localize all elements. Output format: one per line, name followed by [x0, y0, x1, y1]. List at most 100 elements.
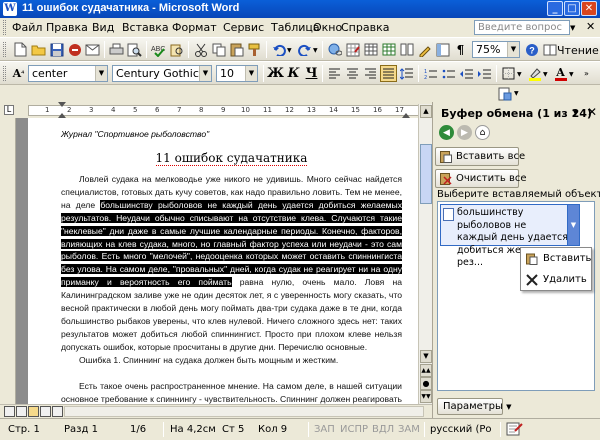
paste-icon[interactable] [228, 41, 245, 58]
home-icon[interactable]: ⌂ [475, 125, 490, 140]
justify-icon[interactable] [380, 65, 397, 82]
reading-layout-icon[interactable] [52, 406, 63, 417]
forward-icon[interactable]: ▶ [457, 125, 472, 140]
align-center-icon[interactable] [344, 65, 361, 82]
insert-excel-icon[interactable] [380, 41, 397, 58]
horizontal-ruler[interactable]: L 1 2 3 4 5 6 7 8 9 10 11 12 13 14 15 16… [0, 102, 430, 118]
web-view-icon[interactable] [16, 406, 27, 417]
back-icon[interactable]: ◀ [439, 125, 454, 140]
first-line-indent-marker[interactable] [58, 102, 66, 107]
clipboard-item-dropdown-icon[interactable]: ▼ [567, 205, 579, 245]
columns-icon[interactable] [398, 41, 415, 58]
help-question-input[interactable]: Введите вопрос [474, 20, 570, 35]
redo-icon[interactable] [296, 41, 313, 58]
font-combo[interactable]: Century Gothic ▼ [112, 65, 212, 82]
status-overtype[interactable]: ЗАМ [398, 424, 420, 435]
status-language[interactable]: русский (Ро [430, 424, 492, 435]
context-paste-item[interactable]: Вставить [521, 249, 591, 269]
vertical-ruler[interactable] [0, 118, 16, 404]
help-dropdown-icon[interactable]: ▼ [570, 24, 575, 32]
style-combo[interactable]: center ▼ [28, 65, 108, 82]
toolbar-options-icon[interactable]: » [584, 69, 589, 78]
open-folder-icon[interactable] [30, 41, 47, 58]
font-color-dropdown-icon[interactable]: ▼ [569, 71, 574, 78]
menu-format[interactable]: Формат [172, 21, 217, 34]
menu-file[interactable]: Файл [12, 21, 42, 34]
help-icon[interactable]: ? [523, 41, 540, 58]
print-icon[interactable] [108, 41, 125, 58]
new-document-icon[interactable] [12, 41, 29, 58]
toolbar-grip[interactable] [3, 42, 6, 57]
select-browse-object-icon[interactable]: ● [420, 377, 432, 390]
clipboard-item[interactable]: большинству рыболовов не каждый день уда… [440, 204, 580, 268]
status-record[interactable]: ЗАП [314, 424, 335, 435]
save-icon[interactable] [48, 41, 65, 58]
bullets-icon[interactable] [440, 65, 457, 82]
align-right-icon[interactable] [362, 65, 379, 82]
italic-icon[interactable]: К [285, 65, 302, 82]
menu-edit[interactable]: Правка [46, 21, 88, 34]
spelling-status-icon[interactable] [506, 422, 524, 437]
menu-insert[interactable]: Вставка [122, 21, 169, 34]
selected-text[interactable]: большинству рыболовов не каждый день уда… [61, 199, 402, 288]
maximize-button[interactable]: □ [564, 1, 580, 16]
toolbar-grip[interactable] [3, 66, 6, 81]
status-extend[interactable]: ВДЛ [372, 424, 394, 435]
document-page[interactable]: Журнал "Спортивное рыболовство" 11 ошибо… [28, 118, 418, 404]
reviewing-pane-icon[interactable] [496, 85, 513, 102]
menu-tools[interactable]: Сервис [223, 21, 264, 34]
zoom-dropdown-icon[interactable]: ▼ [507, 42, 519, 57]
ruler-strip[interactable]: 1 2 3 4 5 6 7 8 9 10 11 12 13 14 15 16 1… [28, 105, 424, 116]
clipboard-list[interactable]: большинству рыболовов не каждый день уда… [437, 201, 595, 391]
undo-icon[interactable] [270, 41, 287, 58]
insert-table-icon[interactable] [362, 41, 379, 58]
clear-all-button[interactable]: Очистить все [435, 169, 527, 188]
tab-selector-icon[interactable]: L [4, 105, 14, 115]
show-hide-icon[interactable]: ¶ [452, 41, 469, 58]
tables-borders-icon[interactable] [344, 41, 361, 58]
normal-view-icon[interactable] [4, 406, 15, 417]
menubar-grip[interactable] [3, 20, 6, 35]
numbering-icon[interactable]: 12 [422, 65, 439, 82]
undo-dropdown-icon[interactable]: ▼ [287, 47, 292, 54]
read-mode-icon[interactable] [541, 41, 558, 58]
font-dropdown-icon[interactable]: ▼ [199, 66, 211, 81]
print-preview-icon[interactable] [126, 41, 143, 58]
outline-view-icon[interactable] [40, 406, 51, 417]
print-layout-icon[interactable] [28, 406, 39, 417]
styles-formatting-icon[interactable]: A⁴ [10, 65, 27, 82]
border-dropdown-icon[interactable]: ▼ [517, 71, 522, 78]
redo-dropdown-icon[interactable]: ▼ [313, 47, 318, 54]
font-size-dropdown-icon[interactable]: ▼ [245, 66, 257, 81]
task-pane-close-icon[interactable]: ✕ [587, 105, 597, 119]
task-pane-menu-icon[interactable]: ▼ [573, 109, 578, 117]
status-track-changes[interactable]: ИСПР [340, 424, 368, 435]
increase-indent-icon[interactable] [476, 65, 493, 82]
minimize-button[interactable]: _ [547, 1, 563, 16]
highlight-icon[interactable] [526, 65, 543, 82]
decrease-indent-icon[interactable] [458, 65, 475, 82]
align-left-icon[interactable] [326, 65, 343, 82]
previous-page-icon[interactable]: ▲▲ [420, 364, 432, 377]
research-icon[interactable] [168, 41, 185, 58]
permission-icon[interactable] [66, 41, 83, 58]
horizontal-scrollbar[interactable] [64, 406, 424, 417]
style-dropdown-icon[interactable]: ▼ [95, 66, 107, 81]
menu-view[interactable]: Вид [92, 21, 114, 34]
email-icon[interactable] [84, 41, 101, 58]
reviewing-dropdown-icon[interactable]: ▼ [514, 90, 519, 97]
next-page-icon[interactable]: ▼▼ [420, 390, 432, 403]
paste-all-button[interactable]: Вставить все [435, 147, 525, 166]
menu-window[interactable]: Окно [313, 21, 342, 34]
spelling-icon[interactable]: ABC [150, 41, 167, 58]
scroll-thumb[interactable] [420, 144, 432, 204]
context-delete-item[interactable]: Удалить [521, 270, 591, 290]
copy-icon[interactable] [210, 41, 227, 58]
menu-help[interactable]: Справка [341, 21, 389, 34]
highlight-dropdown-icon[interactable]: ▼ [543, 71, 548, 78]
vertical-scrollbar[interactable]: ▲ ▼ ▲▲ ● ▼▼ [418, 104, 432, 404]
line-spacing-icon[interactable] [398, 65, 415, 82]
close-window-button[interactable]: ✕ [581, 1, 597, 16]
format-painter-icon[interactable] [246, 41, 263, 58]
font-color-icon[interactable]: A [552, 65, 569, 82]
